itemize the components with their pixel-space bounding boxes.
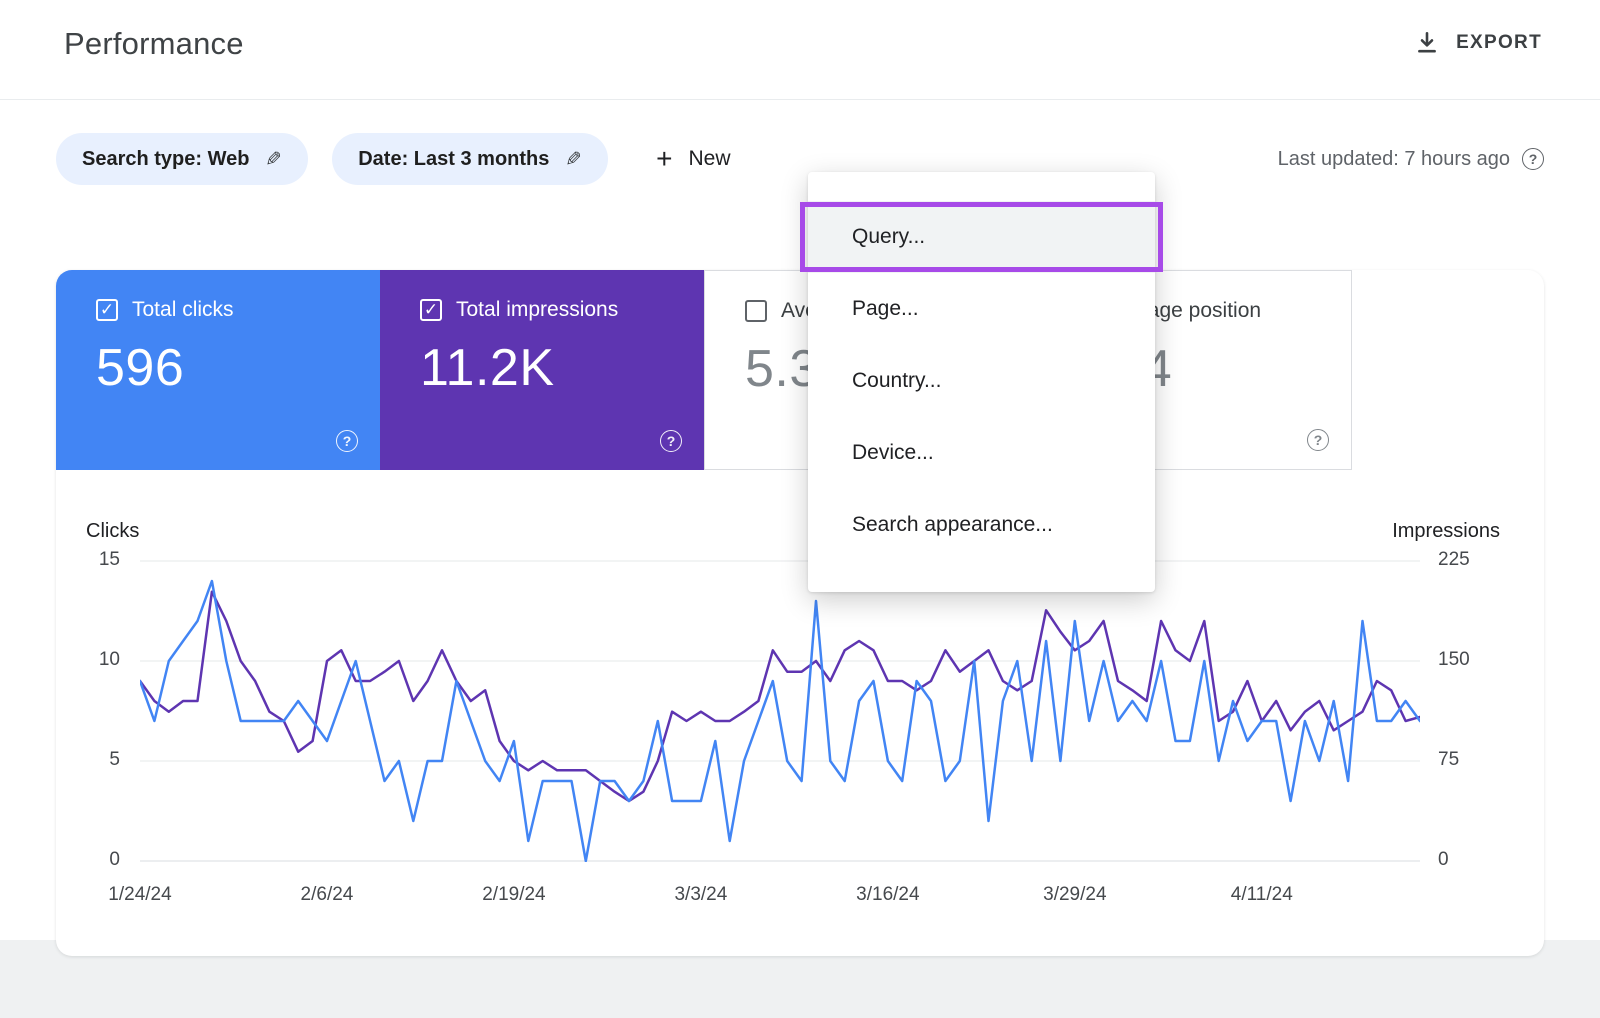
search-type-chip[interactable]: Search type: Web ✎: [56, 133, 308, 185]
x-tick-label: 3/29/24: [1043, 884, 1106, 906]
metric-cards-row: ✓ Total clicks 596 ? ✓ Total impressions…: [56, 270, 1544, 470]
x-tick-label: 4/11/24: [1231, 884, 1293, 906]
total-impressions-card[interactable]: ✓ Total impressions 11.2K ?: [380, 270, 704, 470]
card-label: Total clicks: [132, 298, 234, 322]
help-icon[interactable]: ?: [660, 430, 682, 452]
export-button[interactable]: EXPORT: [1414, 30, 1542, 56]
download-icon: [1414, 30, 1440, 56]
menu-item-page[interactable]: Page...: [808, 273, 1155, 345]
performance-chart: Clicks Impressions 0 5 10 15 0 75 150 22…: [56, 520, 1544, 956]
new-filter-dropdown: Query... Page... Country... Device... Se…: [808, 172, 1155, 592]
checkbox[interactable]: [745, 300, 767, 322]
menu-item-query[interactable]: Query...: [808, 201, 1155, 273]
help-icon[interactable]: ?: [1522, 148, 1544, 170]
x-tick-label: 2/19/24: [482, 884, 545, 906]
y-tick-label: 150: [1438, 649, 1508, 671]
menu-item-device[interactable]: Device...: [808, 417, 1155, 489]
new-filter-button[interactable]: + New: [656, 147, 730, 171]
total-clicks-card[interactable]: ✓ Total clicks 596 ?: [56, 270, 380, 470]
checkbox[interactable]: ✓: [96, 299, 118, 321]
header-divider: [0, 99, 1600, 100]
card-value: 596: [96, 338, 380, 398]
new-filter-label: New: [689, 147, 731, 171]
y-tick-label: 225: [1438, 549, 1508, 571]
plus-icon: +: [656, 149, 672, 169]
right-axis-title: Impressions: [1392, 520, 1500, 543]
x-tick-label: 3/3/24: [674, 884, 727, 906]
card-value: 11.2K: [420, 338, 704, 398]
date-filter-chip[interactable]: Date: Last 3 months ✎: [332, 133, 608, 185]
export-label: EXPORT: [1456, 32, 1542, 54]
chart-plot-area: 1/24/24 2/6/24 2/19/24 3/3/24 3/16/24 3/…: [140, 560, 1420, 862]
x-tick-label: 3/16/24: [856, 884, 919, 906]
pencil-icon: ✎: [265, 147, 282, 172]
y-tick-label: 75: [1438, 749, 1508, 771]
pencil-icon: ✎: [565, 147, 582, 172]
performance-panel: ✓ Total clicks 596 ? ✓ Total impressions…: [56, 270, 1544, 956]
last-updated: Last updated: 7 hours ago ?: [1278, 148, 1544, 171]
y-tick-label: 10: [56, 649, 120, 671]
chart-canvas: [140, 560, 1420, 862]
page-title: Performance: [64, 26, 244, 62]
menu-item-search-appearance[interactable]: Search appearance...: [808, 489, 1155, 561]
left-axis-title: Clicks: [86, 520, 139, 543]
filter-bar: Search type: Web ✎ Date: Last 3 months ✎…: [56, 133, 1544, 185]
y-tick-label: 15: [56, 549, 120, 571]
help-icon[interactable]: ?: [1307, 429, 1329, 451]
menu-item-country[interactable]: Country...: [808, 345, 1155, 417]
y-tick-label: 0: [1438, 849, 1508, 871]
x-tick-label: 2/6/24: [301, 884, 354, 906]
last-updated-text: Last updated: 7 hours ago: [1278, 148, 1510, 171]
search-type-label: Search type: Web: [82, 148, 249, 171]
x-tick-label: 1/24/24: [108, 884, 171, 906]
date-filter-label: Date: Last 3 months: [358, 148, 549, 171]
y-tick-label: 5: [56, 749, 120, 771]
card-label: Total impressions: [456, 298, 618, 322]
checkbox[interactable]: ✓: [420, 299, 442, 321]
help-icon[interactable]: ?: [336, 430, 358, 452]
y-tick-label: 0: [56, 849, 120, 871]
